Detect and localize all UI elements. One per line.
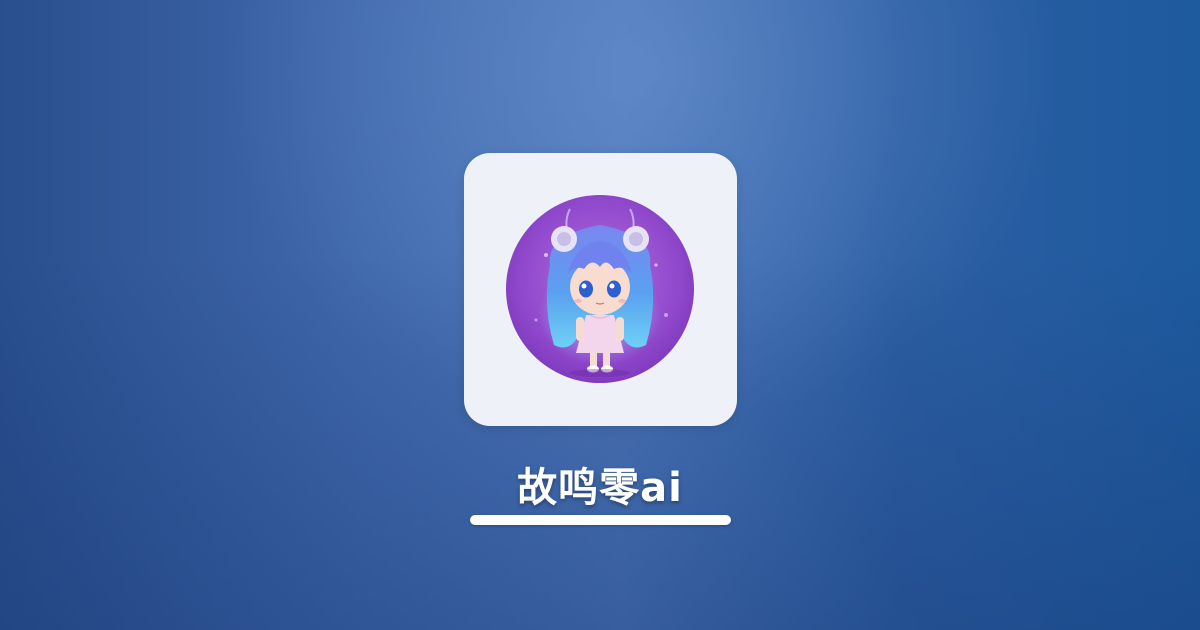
avatar bbox=[506, 195, 694, 383]
app-icon-card bbox=[464, 153, 737, 426]
title-underline bbox=[470, 515, 731, 525]
anime-girl-avatar-icon bbox=[506, 195, 694, 383]
app-title: 故鸣零ai bbox=[517, 465, 683, 511]
